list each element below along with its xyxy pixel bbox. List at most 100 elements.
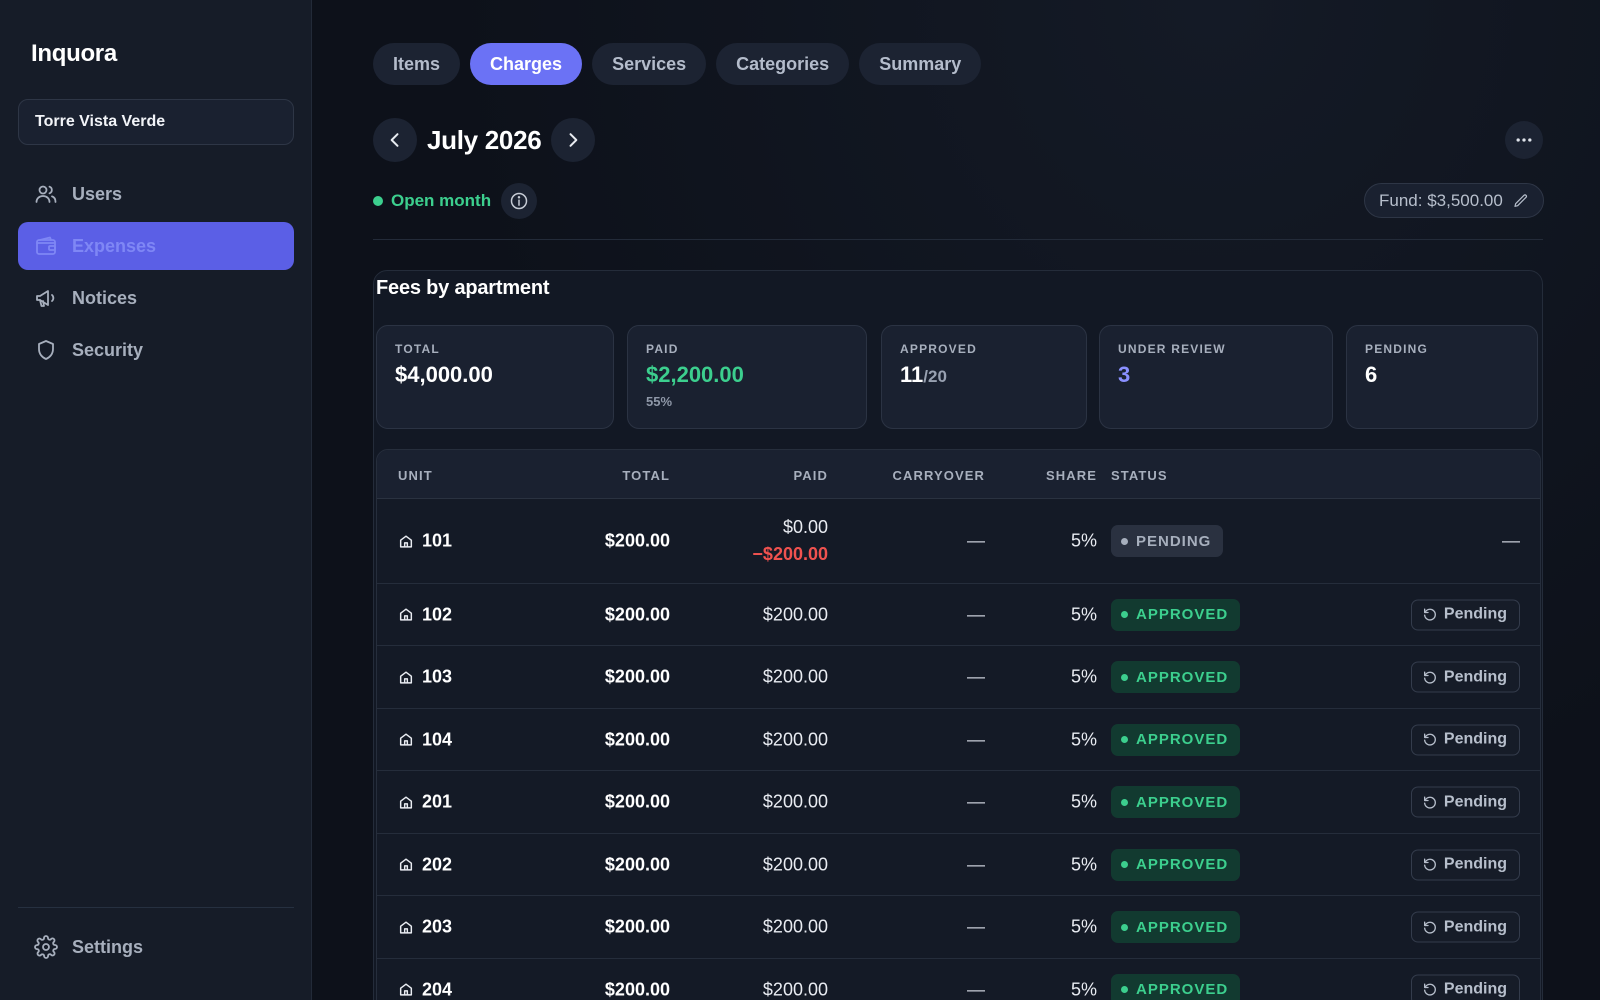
table-row[interactable]: 204 $200.00 $200.00 — 5% APPROVED Pendin… (377, 959, 1540, 1000)
sidebar-item-label: Settings (72, 936, 144, 957)
status-badge: APPROVED (1111, 661, 1241, 693)
status-dot (1121, 798, 1128, 806)
share-cell: 5% (1070, 666, 1097, 687)
unit-cell: 103 (398, 667, 452, 688)
month-status: Open month (373, 183, 538, 219)
undo-icon (1423, 983, 1436, 996)
carryover-cell: — (967, 916, 985, 937)
stat-total-count: /20 (923, 367, 947, 386)
building-selector[interactable]: Torre Vista Verde (18, 99, 294, 145)
action-label: Pending (1443, 855, 1507, 873)
undo-icon (1423, 921, 1436, 934)
revert-to-pending-button[interactable]: Pending (1410, 911, 1520, 943)
tab-items[interactable]: Items (373, 43, 461, 85)
more-options-button[interactable] (1505, 121, 1543, 159)
table-row[interactable]: 103 $200.00 $200.00 — 5% APPROVED Pendin… (377, 646, 1540, 709)
tab-charges[interactable]: Charges (470, 43, 583, 85)
wallet-icon (34, 234, 58, 258)
status-dot (373, 196, 383, 206)
undo-icon (1423, 796, 1436, 809)
action-label: Pending (1443, 668, 1507, 685)
stat-under-review: UNDER REVIEW 3 (1099, 325, 1333, 429)
stat-value: 6 (1365, 362, 1378, 387)
carryover-cell: — (967, 604, 985, 624)
action-label: Pending (1443, 918, 1507, 935)
revert-to-pending-button[interactable]: Pending (1410, 661, 1520, 693)
status-label: APPROVED (1136, 856, 1229, 873)
revert-to-pending-button[interactable]: Pending (1410, 724, 1520, 755)
stat-pending: PENDING 6 (1346, 325, 1538, 429)
status-badge: APPROVED (1111, 786, 1241, 818)
carryover-cell: — (967, 854, 985, 874)
unit-number: 203 (422, 916, 453, 937)
column-header-unit: UNIT (398, 468, 433, 483)
revert-to-pending-button[interactable]: Pending (1410, 974, 1520, 1000)
unit-number: 103 (422, 666, 453, 687)
unit-cell: 102 (398, 604, 452, 625)
status-dot (1121, 736, 1128, 743)
info-button[interactable] (501, 183, 538, 219)
column-header-paid: PAID (793, 468, 828, 483)
table-row[interactable]: 104 $200.00 $200.00 — 5% APPROVED Pendin… (377, 709, 1540, 771)
more-horizontal-icon (1516, 138, 1532, 142)
action-label: Pending (1443, 730, 1507, 748)
column-header-carryover: CARRYOVER (892, 468, 985, 483)
share-cell: 5% (1070, 791, 1097, 812)
info-icon (510, 192, 528, 210)
stat-approved: APPROVED 11/20 (881, 325, 1087, 429)
home-icon (399, 795, 413, 809)
sidebar-item-label: Security (72, 339, 144, 360)
stat-value: 11 (900, 362, 924, 387)
share-cell: 5% (1070, 729, 1097, 749)
revert-to-pending-button[interactable]: Pending (1410, 786, 1520, 818)
status-dot (1121, 673, 1128, 681)
sidebar-item-security[interactable]: Security (18, 326, 294, 374)
sidebar-item-label: Expenses (72, 235, 157, 256)
sidebar-item-users[interactable]: Users (18, 170, 294, 218)
sidebar-divider (18, 907, 294, 908)
carryover-cell: — (967, 530, 985, 551)
revert-to-pending-button[interactable]: Pending (1410, 599, 1520, 630)
undo-icon (1423, 858, 1436, 871)
table-row[interactable]: 201 $200.00 $200.00 — 5% APPROVED Pendin… (377, 771, 1540, 834)
home-icon (399, 983, 413, 996)
total-cell: $200.00 (604, 604, 670, 624)
main-content: Items Charges Services Categories Summar… (312, 0, 1600, 1000)
stat-percent: 55% (646, 394, 673, 409)
sidebar: Inquora Torre Vista Verde Users Expenses… (0, 0, 312, 1000)
table-row[interactable]: 102 $200.00 $200.00 — 5% APPROVED Pendin… (377, 584, 1540, 646)
paid-cell: $200.00 (762, 604, 828, 624)
unit-cell: 101 (398, 531, 452, 552)
status-dot (1121, 537, 1128, 545)
undo-icon (1423, 671, 1436, 684)
next-month-button[interactable] (551, 118, 596, 162)
previous-month-button[interactable] (373, 118, 417, 162)
table-row[interactable]: 101 $200.00 $0.00 −$200.00 — 5% PENDING … (377, 499, 1540, 584)
chevron-right-icon (569, 133, 578, 147)
sidebar-item-label: Notices (72, 287, 138, 308)
sidebar-item-settings[interactable]: Settings (18, 923, 294, 971)
revert-to-pending-button[interactable]: Pending (1410, 849, 1520, 880)
stat-label: PENDING (1365, 342, 1429, 356)
paid-cell: $200.00 (762, 729, 828, 749)
fund-badge[interactable]: Fund: $3,500.00 (1364, 183, 1544, 218)
tab-services[interactable]: Services (592, 43, 707, 85)
status-badge: APPROVED (1111, 848, 1241, 881)
stat-value: $2,200.00 (646, 362, 744, 387)
unit-number: 104 (422, 729, 453, 749)
tab-summary[interactable]: Summary (859, 43, 982, 85)
status-badge: APPROVED (1111, 598, 1241, 631)
status-label: APPROVED (1136, 668, 1229, 686)
tab-categories[interactable]: Categories (716, 43, 850, 85)
pencil-icon (1514, 193, 1527, 207)
sidebar-item-expenses[interactable]: Expenses (18, 222, 294, 270)
status-label: APPROVED (1136, 981, 1229, 998)
status-label: APPROVED (1136, 606, 1229, 623)
table-row[interactable]: 203 $200.00 $200.00 — 5% APPROVED Pendin… (377, 896, 1540, 959)
sidebar-item-notices[interactable]: Notices (18, 274, 294, 322)
month-title: July 2026 (427, 124, 542, 155)
table-row[interactable]: 202 $200.00 $200.00 — 5% APPROVED Pendin… (377, 834, 1540, 896)
paid-cell: $200.00 (762, 666, 828, 687)
total-cell: $200.00 (604, 530, 670, 551)
header-divider (373, 239, 1543, 240)
